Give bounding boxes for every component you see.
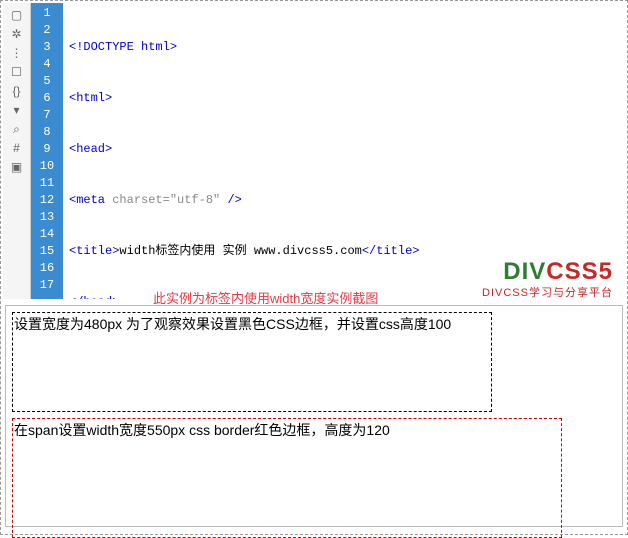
- line-number: 4: [31, 56, 63, 73]
- rendered-output-pane: 设置宽度为480px 为了观察效果设置黑色CSS边框，并设置css高度100 在…: [5, 305, 623, 527]
- line-number: 14: [31, 226, 63, 243]
- code-token: charset="utf-8": [112, 193, 227, 207]
- line-number-gutter: 1 2 3 4 5 6 7 8 9 10 11 12 13 14 15 16 1…: [31, 3, 63, 299]
- wand-icon[interactable]: ✲: [6, 25, 28, 43]
- line-number: 7: [31, 107, 63, 124]
- logo-div: DIV: [503, 258, 546, 285]
- line-number: 9: [31, 141, 63, 158]
- vertical-toolbar: ▢ ✲ ⋮ ☐ {} ▾ ⌕ # ▣: [3, 3, 31, 299]
- line-number: 11: [31, 175, 63, 192]
- file-icon[interactable]: ▢: [6, 6, 28, 24]
- code-token: <head>: [69, 142, 112, 156]
- select-icon[interactable]: ☐: [6, 63, 28, 81]
- code-token: width标签内使用 实例 www.divcss5.com: [119, 244, 361, 258]
- line-number: 8: [31, 124, 63, 141]
- app-frame: ▢ ✲ ⋮ ☐ {} ▾ ⌕ # ▣ 1 2 3 4 5 6 7 8 9 10 …: [0, 0, 628, 535]
- line-number: 1: [31, 5, 63, 22]
- code-token: />: [227, 193, 241, 207]
- code-token: </head>: [69, 295, 119, 299]
- line-number: 12: [31, 192, 63, 209]
- dots-icon[interactable]: ⋮: [6, 44, 28, 62]
- code-token: </title>: [362, 244, 420, 258]
- line-number: 10: [31, 158, 63, 175]
- line-number: 16: [31, 260, 63, 277]
- code-token: <title>: [69, 244, 119, 258]
- line-number: 13: [31, 209, 63, 226]
- logo-css5: CSS5: [546, 258, 613, 285]
- demo-span-550: 在span设置width宽度550px css border红色边框，高度为12…: [12, 418, 562, 538]
- demo-div-480: 设置宽度为480px 为了观察效果设置黑色CSS边框，并设置css高度100: [12, 312, 492, 412]
- code-token: <html>: [69, 91, 112, 105]
- line-number: 5: [31, 73, 63, 90]
- line-number: 2: [31, 22, 63, 39]
- line-number: 3: [31, 39, 63, 56]
- code-token: <!DOCTYPE html>: [69, 40, 177, 54]
- brackets-icon[interactable]: {}: [6, 82, 28, 100]
- down-icon[interactable]: ▾: [6, 101, 28, 119]
- code-editor-pane: ▢ ✲ ⋮ ☐ {} ▾ ⌕ # ▣ 1 2 3 4 5 6 7 8 9 10 …: [3, 3, 625, 299]
- code-token: <meta: [69, 193, 112, 207]
- line-number: 15: [31, 243, 63, 260]
- brand-logo: DIVCSS5 DIVCSS学习与分享平台: [482, 258, 613, 300]
- hash-icon[interactable]: #: [6, 139, 28, 157]
- line-number: 17: [31, 277, 63, 294]
- line-number: 6: [31, 90, 63, 107]
- logo-subtitle: DIVCSS学习与分享平台: [482, 284, 613, 300]
- search-icon[interactable]: ⌕: [6, 120, 28, 138]
- code-text-area[interactable]: <!DOCTYPE html> <html> <head> <meta char…: [63, 3, 625, 299]
- folder-icon[interactable]: ▣: [6, 158, 28, 176]
- example-caption: 此实例为标签内使用width宽度实例截图: [153, 288, 378, 307]
